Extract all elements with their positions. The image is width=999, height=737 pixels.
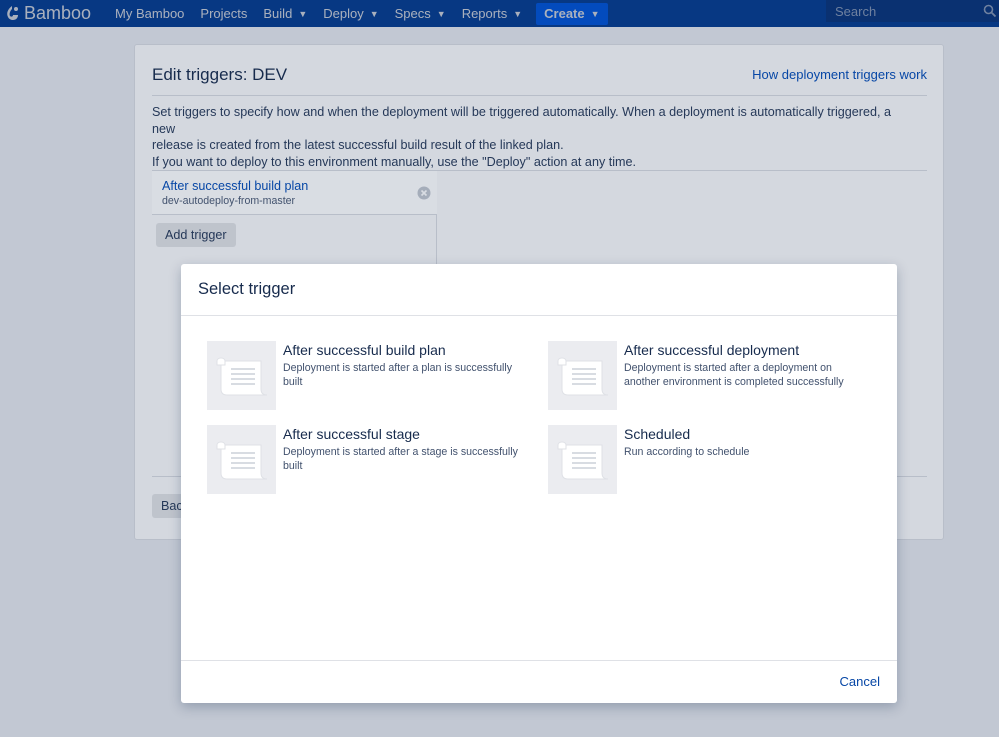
option-thumbnail — [207, 341, 276, 410]
description-line: release is created from the latest succe… — [152, 138, 564, 152]
nav-specs[interactable]: Specs ▼ — [387, 0, 454, 27]
top-navigation: Bamboo My Bamboo Projects Build ▼ Deploy ▼… — [0, 0, 999, 27]
option-thumbnail — [548, 341, 617, 410]
brand-name: Bamboo — [24, 3, 92, 23]
search-placeholder: Search — [835, 3, 877, 19]
page-description: Set triggers to specify how and when the… — [152, 104, 912, 170]
nav-reports[interactable]: Reports ▼ — [454, 0, 530, 27]
chevron-down-icon: ▼ — [513, 8, 523, 19]
nav-label: Build — [263, 6, 293, 21]
option-title: Scheduled — [624, 426, 691, 442]
option-description: Deployment is started after a plan is su… — [283, 362, 513, 388]
nav-deploy[interactable]: Deploy ▼ — [315, 0, 386, 27]
option-description: Deployment is started after a stage is s… — [283, 446, 518, 472]
search-icon[interactable] — [983, 4, 997, 18]
dialog-title: Select trigger — [198, 280, 296, 298]
option-title: After successful deployment — [624, 342, 800, 358]
scroll-icon — [557, 357, 608, 395]
select-trigger-dialog: Select trigger After successful build pl… — [181, 264, 897, 703]
option-title: After successful stage — [283, 426, 420, 442]
bamboo-logo[interactable]: Bamboo — [4, 3, 91, 24]
divider — [152, 95, 927, 96]
chevron-down-icon: ▼ — [436, 8, 446, 19]
nav-label: Deploy — [323, 6, 364, 21]
trigger-name[interactable]: After successful build plan — [162, 179, 308, 193]
chevron-down-icon: ▼ — [590, 8, 600, 19]
nav-my-bamboo[interactable]: My Bamboo — [107, 0, 192, 27]
trigger-list-item[interactable]: After successful build plan dev-autodepl… — [152, 171, 437, 215]
divider — [181, 660, 897, 661]
option-description: Run according to schedule — [624, 446, 750, 458]
help-link[interactable]: How deployment triggers work — [752, 67, 927, 82]
description-line: Set triggers to specify how and when the… — [152, 105, 891, 136]
option-title: After successful build plan — [283, 342, 446, 358]
description-line: If you want to deploy to this environmen… — [152, 154, 637, 169]
scroll-icon — [216, 357, 267, 395]
search-input[interactable]: Search — [826, 0, 999, 22]
cancel-button[interactable]: Cancel — [840, 674, 880, 689]
add-trigger-button[interactable]: Add trigger — [156, 223, 236, 247]
nav-projects[interactable]: Projects — [192, 0, 255, 27]
option-thumbnail — [548, 425, 617, 494]
divider — [181, 315, 897, 316]
nav-label: My Bamboo — [115, 6, 185, 21]
scroll-icon — [557, 441, 608, 479]
option-after-successful-stage[interactable]: After successful stage Deployment is sta… — [207, 425, 527, 495]
bamboo-logo-icon — [7, 5, 18, 20]
remove-icon[interactable] — [417, 186, 431, 200]
option-description: Deployment is started after a deployment… — [624, 362, 844, 388]
chevron-down-icon: ▼ — [369, 8, 379, 19]
option-scheduled[interactable]: Scheduled Run according to schedule — [548, 425, 868, 495]
nav-label: Specs — [394, 6, 431, 21]
scroll-icon — [216, 441, 267, 479]
option-thumbnail — [207, 425, 276, 494]
page-title: Edit triggers: DEV — [152, 65, 288, 84]
option-after-successful-deployment[interactable]: After successful deployment Deployment i… — [548, 341, 868, 411]
nav-build[interactable]: Build ▼ — [255, 0, 315, 27]
create-button[interactable]: Create ▼ — [536, 2, 608, 25]
create-label: Create — [544, 6, 585, 21]
nav-label: Projects — [200, 6, 248, 21]
nav-label: Reports — [461, 6, 508, 21]
option-after-successful-build-plan[interactable]: After successful build plan Deployment i… — [207, 341, 527, 411]
chevron-down-icon: ▼ — [298, 8, 308, 19]
trigger-detail: dev-autodeploy-from-master — [162, 195, 296, 207]
